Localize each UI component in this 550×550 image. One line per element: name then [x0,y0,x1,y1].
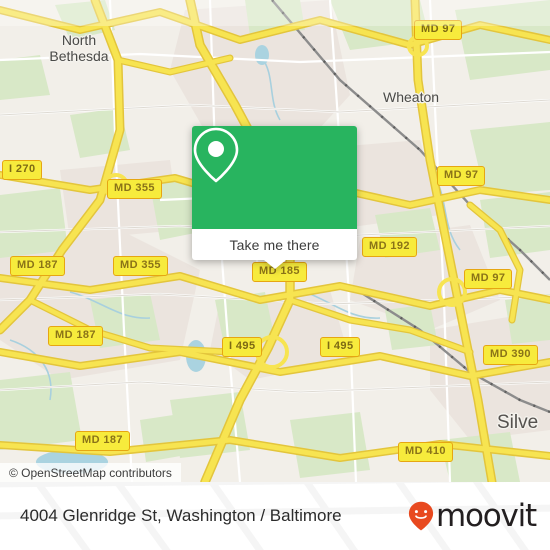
place-label-wheaton: Wheaton [383,89,440,105]
road-shield-md-390[interactable]: MD 390 [483,345,538,365]
place-label-line1: North [61,32,97,48]
road-shield-md-97-north[interactable]: MD 97 [414,20,463,40]
place-label-line2: Bethesda [49,48,109,64]
road-shield-md-97-east[interactable]: MD 97 [464,269,513,289]
destination-popup-card[interactable]: Take me there [192,126,357,269]
map-pin-icon [193,127,239,183]
popup-action-bar[interactable]: Take me there [192,229,357,260]
road-shield-md-187-south[interactable]: MD 187 [75,431,130,451]
address-title: 4004 Glenridge St, Washington / Baltimor… [20,506,342,525]
map-canvas[interactable]: North Bethesda Wheaton Silve MD 97 I 270… [0,0,550,482]
footer-bar: 4004 Glenridge St, Washington / Baltimor… [0,482,550,550]
place-label-silver-spring: Silve [497,412,539,433]
road-shield-md-355-south[interactable]: MD 355 [113,256,168,276]
popup-header [192,126,357,229]
popup-pointer [263,260,286,269]
moovit-pin-icon [408,501,434,531]
moovit-logo[interactable]: moovit [408,497,537,534]
road-shield-md-192[interactable]: MD 192 [362,237,417,257]
map-attribution[interactable]: © OpenStreetMap contributors [0,463,181,482]
road-shield-md-355-north[interactable]: MD 355 [107,179,162,199]
road-shield-i-270[interactable]: I 270 [2,160,43,180]
road-shield-i-495-west[interactable]: I 495 [222,337,263,357]
screenshot-root: North Bethesda Wheaton Silve MD 97 I 270… [0,0,550,550]
road-shield-i-495-east[interactable]: I 495 [320,337,361,357]
place-label-north-bethesda: North Bethesda [42,32,116,64]
road-shield-md-187-west[interactable]: MD 187 [10,256,65,276]
road-shield-md-187-mid[interactable]: MD 187 [48,326,103,346]
road-shield-md-97-mid[interactable]: MD 97 [437,166,486,186]
moovit-wordmark: moovit [435,497,537,534]
road-shield-md-410[interactable]: MD 410 [398,442,453,462]
take-me-there-button[interactable]: Take me there [229,237,319,253]
